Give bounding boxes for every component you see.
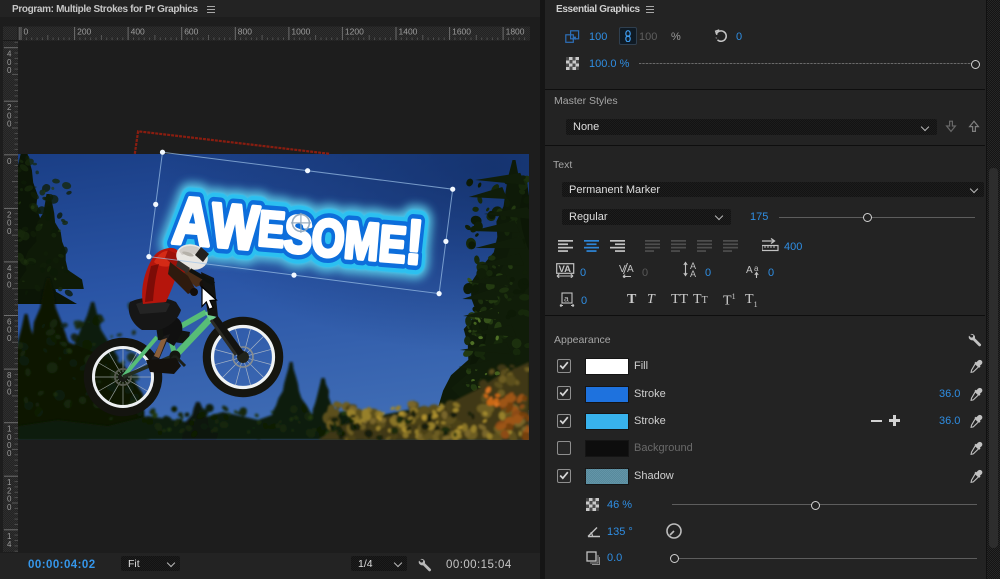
- svg-text:A: A: [746, 265, 753, 276]
- svg-text:a: a: [564, 294, 569, 304]
- svg-text:A: A: [627, 264, 634, 275]
- svg-text:VA: VA: [559, 264, 572, 275]
- svg-text:A: A: [690, 269, 696, 278]
